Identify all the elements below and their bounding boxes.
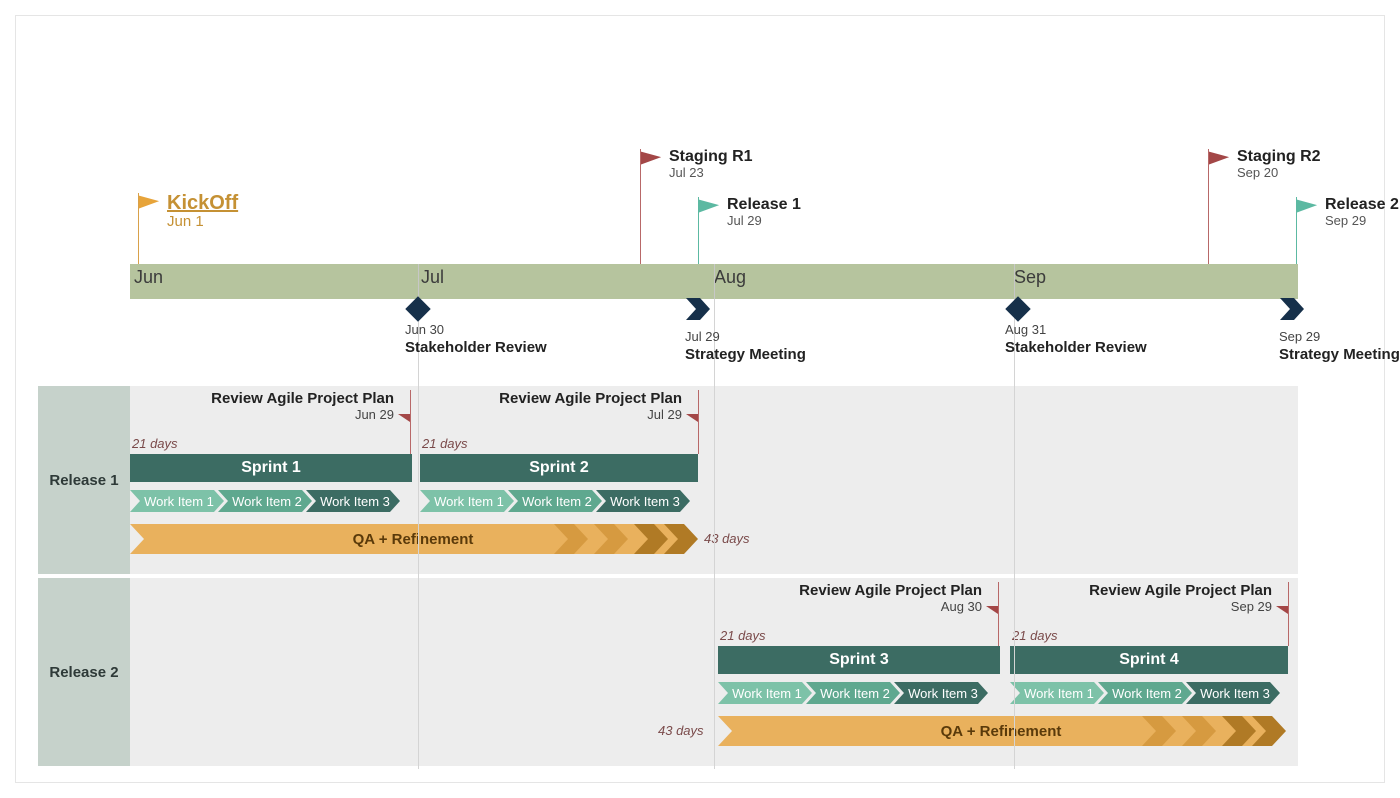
qa-duration: 43 days	[658, 723, 704, 738]
flag-title: Release 2	[1325, 197, 1399, 214]
swimlane-label: Release 1	[38, 386, 130, 574]
swimlane-release-2: Release 2 Review Agile Project Plan Aug …	[38, 578, 1298, 766]
milestone-strategy-meeting-1[interactable]: Jul 29 Strategy Meeting	[685, 298, 711, 363]
sprint-bar-1[interactable]: Sprint 1	[130, 454, 412, 482]
work-item-row: Work Item 1 Work Item 2 Work Item 3	[1010, 682, 1280, 704]
chevron-icon	[686, 298, 710, 320]
work-item-row: Work Item 1 Work Item 2 Work Item 3	[420, 490, 690, 512]
flag-date: Jul 29	[727, 214, 801, 228]
milestone-name: Stakeholder Review	[1005, 339, 1031, 356]
axis-month-aug: Aug	[714, 267, 746, 288]
work-item[interactable]: Work Item 2	[1098, 682, 1192, 704]
work-item-row: Work Item 1 Work Item 2 Work Item 3	[718, 682, 988, 704]
work-item[interactable]: Work Item 3	[306, 490, 400, 512]
flag-icon	[139, 195, 161, 211]
axis-month-jul: Jul	[421, 267, 444, 288]
flag-icon	[641, 151, 663, 167]
axis-month-jun: Jun	[134, 267, 163, 288]
work-item[interactable]: Work Item 1	[1010, 682, 1104, 704]
review-title: Review Agile Project Plan	[1089, 582, 1272, 599]
sprint-bar-2[interactable]: Sprint 2	[420, 454, 698, 482]
flag-date: Jul 23	[669, 166, 753, 180]
work-item[interactable]: Work Item 2	[218, 490, 312, 512]
swimlane-release-1: Release 1 Review Agile Project Plan Jun …	[38, 386, 1298, 574]
milestone-name: Strategy Meeting	[1279, 346, 1305, 363]
qa-duration: 43 days	[704, 531, 750, 546]
milestone-strategy-meeting-2[interactable]: Sep 29 Strategy Meeting	[1279, 298, 1305, 363]
review-date: Jul 29	[499, 407, 682, 422]
triangle-icon	[1276, 606, 1288, 614]
sprint-duration: 21 days	[422, 436, 468, 451]
flag-title: Staging R1	[669, 149, 753, 166]
flag-title: KickOff	[167, 193, 238, 214]
sprint-duration: 21 days	[1012, 628, 1058, 643]
axis-month-sep: Sep	[1014, 267, 1046, 288]
flag-title: Release 1	[727, 197, 801, 214]
review-title: Review Agile Project Plan	[211, 390, 394, 407]
axis-tick	[1014, 264, 1015, 299]
work-item[interactable]: Work Item 1	[130, 490, 224, 512]
work-item[interactable]: Work Item 1	[420, 490, 514, 512]
flag-release-1[interactable]: Release 1 Jul 29	[698, 197, 801, 264]
milestone-date: Jun 30	[405, 322, 431, 337]
milestone-stakeholder-review-2[interactable]: Aug 31 Stakeholder Review	[1005, 298, 1031, 356]
diamond-icon	[405, 296, 430, 321]
work-item[interactable]: Work Item 3	[1186, 682, 1280, 704]
flag-date: Sep 20	[1237, 166, 1321, 180]
triangle-icon	[986, 606, 998, 614]
work-item[interactable]: Work Item 3	[894, 682, 988, 704]
review-date: Aug 30	[799, 599, 982, 614]
milestone-name: Strategy Meeting	[685, 346, 711, 363]
flag-date: Jun 1	[167, 214, 238, 230]
flag-icon	[1297, 199, 1319, 215]
review-title: Review Agile Project Plan	[499, 390, 682, 407]
review-date: Jun 29	[211, 407, 394, 422]
sprint-bar-3[interactable]: Sprint 3	[718, 646, 1000, 674]
chevron-icon	[1280, 298, 1304, 320]
milestone-date: Jul 29	[685, 329, 711, 344]
flag-icon	[699, 199, 721, 215]
flag-date: Sep 29	[1325, 214, 1399, 228]
flag-icon	[1209, 151, 1231, 167]
milestone-name: Stakeholder Review	[405, 339, 431, 356]
sprint-duration: 21 days	[720, 628, 766, 643]
triangle-icon	[686, 414, 698, 422]
work-item[interactable]: Work Item 1	[718, 682, 812, 704]
diamond-icon	[1005, 296, 1030, 321]
axis-tick	[714, 264, 715, 299]
sprint-duration: 21 days	[132, 436, 178, 451]
work-item[interactable]: Work Item 2	[508, 490, 602, 512]
milestone-date: Sep 29	[1279, 329, 1305, 344]
review-title: Review Agile Project Plan	[799, 582, 982, 599]
flag-title: Staging R2	[1237, 149, 1321, 166]
work-item[interactable]: Work Item 3	[596, 490, 690, 512]
triangle-icon	[398, 414, 410, 422]
roadmap-frame: Jun Jul Aug Sep KickOff Jun 1 Staging	[15, 15, 1385, 783]
flag-kickoff[interactable]: KickOff Jun 1	[138, 193, 238, 264]
axis-gridline	[1014, 299, 1015, 769]
axis-gridline	[418, 299, 419, 769]
review-date: Sep 29	[1089, 599, 1272, 614]
sprint-bar-4[interactable]: Sprint 4	[1010, 646, 1288, 674]
swimlane-label: Release 2	[38, 578, 130, 766]
work-item-row: Work Item 1 Work Item 2 Work Item 3	[130, 490, 400, 512]
milestone-stakeholder-review-1[interactable]: Jun 30 Stakeholder Review	[405, 298, 431, 356]
milestone-date: Aug 31	[1005, 322, 1031, 337]
flag-release-2[interactable]: Release 2 Sep 29	[1296, 197, 1399, 264]
axis-gridline	[714, 299, 715, 769]
work-item[interactable]: Work Item 2	[806, 682, 900, 704]
axis-tick	[418, 264, 419, 299]
